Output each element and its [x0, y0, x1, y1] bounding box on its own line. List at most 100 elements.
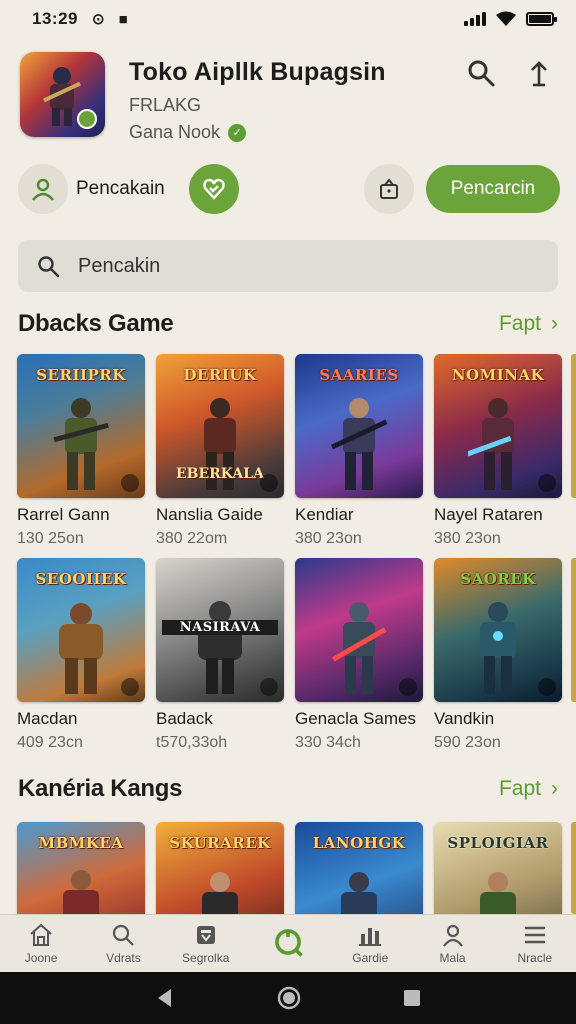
person-icon: [32, 178, 54, 201]
game-logo: SAOREK: [460, 570, 536, 588]
game-logo: SPLOIGIAR: [447, 834, 549, 852]
nav-label: Nracle: [517, 951, 553, 965]
favorite-button[interactable]: [188, 164, 239, 214]
armored-figure: [198, 601, 242, 694]
share-icon[interactable]: [524, 58, 554, 88]
game-name: Nanslia Gaide: [156, 505, 263, 524]
app-developer[interactable]: FRLAKG: [129, 95, 386, 116]
game-thumbnail: SEOOIIEK: [17, 558, 145, 702]
badge-icon: [260, 678, 278, 696]
profile-label[interactable]: Pencakain: [76, 178, 165, 200]
system-navigation-bar: [0, 972, 576, 1024]
nav-label: Mala: [439, 951, 466, 965]
game-size: 590 23on: [434, 734, 501, 751]
nav-label: Segrolka: [182, 951, 230, 965]
see-all-label: Fapt: [498, 777, 541, 800]
chevron-right-icon: ›: [551, 312, 558, 335]
section-title: Kanéria Kangs: [18, 775, 183, 802]
nav-refresh[interactable]: [247, 915, 329, 972]
game-thumbnail: SERIIPRK: [17, 354, 145, 498]
see-all-label: Fapt: [498, 312, 541, 335]
section-header: Kanéria Kangs Fapt ›: [18, 775, 558, 803]
game-name: Rarrel Gann: [17, 505, 110, 524]
game-size: 130 25on: [17, 530, 84, 547]
primary-action-button[interactable]: Pencarcin: [426, 165, 560, 213]
menu-icon: [524, 926, 545, 944]
app-header: Toko Aipllk Bupagsin FRLAKG Gana Nook ✓: [20, 52, 556, 143]
nav-chart[interactable]: Gardie: [329, 915, 411, 972]
game-name: Genacla Sames: [295, 709, 416, 728]
person-icon: [442, 924, 463, 947]
signal-icon: [464, 12, 486, 26]
brute-figure: [59, 603, 103, 694]
recents-icon[interactable]: [402, 988, 422, 1008]
game-logo: MBMKEA: [38, 834, 124, 852]
nav-search[interactable]: Vdrats: [82, 915, 164, 972]
see-all-link[interactable]: Fapt ›: [499, 777, 558, 801]
warrior-figure: [468, 398, 514, 490]
game-card[interactable]: SEOOIIEK Macdan 409 23cn: [17, 558, 145, 752]
back-icon[interactable]: [154, 987, 176, 1009]
nav-menu[interactable]: Nracle: [494, 915, 576, 972]
search-icon[interactable]: [466, 58, 496, 88]
game-logo: SERIIPRK: [36, 366, 126, 384]
game-logo: LANOHGK: [312, 834, 406, 852]
nav-store[interactable]: Segrolka: [165, 915, 247, 972]
game-size: 330 34ch: [295, 734, 361, 751]
app-publisher[interactable]: Gana Nook ✓: [129, 122, 386, 143]
see-all-link[interactable]: Fapt ›: [499, 312, 558, 336]
status-time: 13:29: [32, 9, 78, 28]
verified-icon: ✓: [228, 123, 247, 142]
game-logo: NASIRAVA: [162, 620, 278, 635]
bag-button[interactable]: [364, 164, 414, 214]
search-icon: [38, 256, 60, 278]
game-name: Badack: [156, 709, 213, 728]
next-card-peek: [571, 822, 576, 914]
game-card[interactable]: DERIUK EBERKALA Nanslia Gaide 380 22om: [156, 354, 284, 548]
heart-check-icon: [203, 178, 225, 200]
game-card[interactable]: SAARIES Kendiar 380 23on: [295, 354, 423, 548]
game-thumbnail: SAARIES: [295, 354, 423, 498]
cyborg-figure: [332, 602, 387, 694]
nav-label: Vdrats: [106, 951, 141, 965]
game-name: Vandkin: [434, 709, 495, 728]
game-row: SEOOIIEK Macdan 409 23cn NASIRAVA Badack…: [17, 558, 562, 752]
battery-icon: [526, 12, 557, 26]
nav-profile[interactable]: Mala: [411, 915, 493, 972]
game-thumbnail: NOMINAK: [434, 354, 562, 498]
badge-icon: [121, 678, 139, 696]
profile-button[interactable]: [18, 164, 68, 214]
status-bar: 13:29 ⊙ ■: [0, 0, 576, 38]
game-card[interactable]: SERIIPRK Rarrel Gann 130 25on: [17, 354, 145, 548]
nav-label: Joone: [24, 951, 58, 965]
nav-home[interactable]: Joone: [0, 915, 82, 972]
badge-icon: [399, 678, 417, 696]
search-icon: [113, 924, 135, 946]
game-card[interactable]: SAOREK Vandkin 590 23on: [434, 558, 562, 752]
next-card-peek: [571, 354, 576, 498]
badge-icon: [121, 474, 139, 492]
bottom-navigation: Joone Vdrats Segrolka Gardie Mala Nracle: [0, 914, 576, 972]
game-size: 380 22om: [156, 530, 228, 547]
game-thumbnail: [295, 558, 423, 702]
game-size: 380 23on: [295, 530, 362, 547]
store-icon: [196, 926, 215, 944]
target-status-icon: ⊙: [91, 11, 105, 28]
verified-badge: [77, 109, 97, 129]
app-title: Toko Aipllk Bupagsin: [129, 58, 386, 86]
wifi-icon: [496, 11, 516, 27]
game-card[interactable]: Genacla Sames 330 34ch: [295, 558, 423, 752]
game-logo: DERIUK: [183, 366, 257, 384]
home-button-icon[interactable]: [276, 985, 302, 1011]
game-thumbnail: SAOREK: [434, 558, 562, 702]
game-size: t570,33oh: [156, 734, 228, 751]
hero-figure: [43, 67, 81, 126]
game-size: 380 23on: [434, 530, 501, 547]
game-card[interactable]: NOMINAK Nayel Rataren 380 23on: [434, 354, 562, 548]
app-icon[interactable]: [20, 52, 105, 137]
game-size: 409 23cn: [17, 734, 83, 751]
game-card[interactable]: NASIRAVA Badack t570,33oh: [156, 558, 284, 752]
search-bar[interactable]: Pencakin: [18, 240, 558, 292]
game-logo: SAARIES: [319, 366, 399, 384]
soldier-figure: [330, 398, 388, 490]
